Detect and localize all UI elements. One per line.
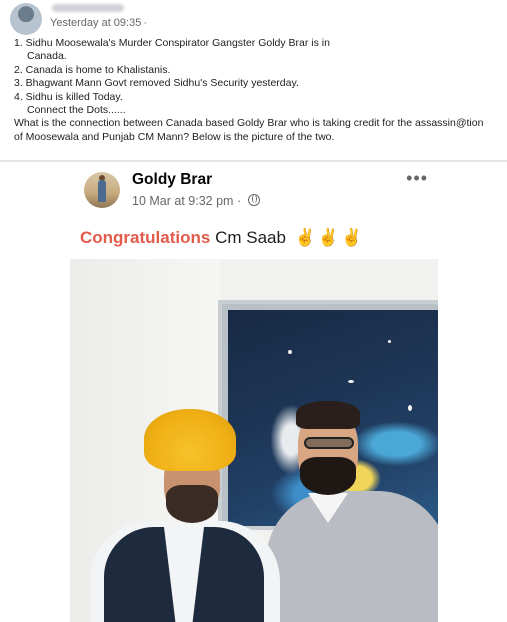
post-line: 3. Bhagwant Mann Govt removed Sidhu's Se… [14, 77, 299, 90]
person-left-beard [166, 485, 218, 523]
person-right-beard [300, 457, 356, 495]
post-line: 4. Sidhu is killed Today. [14, 90, 123, 103]
victory-hand-icons: ✌✌✌ [294, 228, 365, 247]
post-meta: Yesterday at 09:35 · [50, 17, 147, 29]
person-right-body [266, 491, 438, 622]
person-left-turban [144, 409, 236, 471]
shared-post-meta: 10 Mar at 9:32 pm · [132, 194, 260, 208]
person-right-hair [296, 401, 360, 429]
paint-splatter [388, 340, 391, 343]
caption-highlight: Congratulations [80, 228, 211, 247]
meta-separator: · [143, 17, 148, 29]
post-line: 2. Canada is home to Khalistanis. [14, 63, 171, 76]
person-right-glasses [304, 437, 354, 449]
post-body: 1. Sidhu Moosewala's Murder Conspirator … [14, 37, 500, 144]
post-timestamp[interactable]: Yesterday at 09:35 [50, 17, 141, 29]
poster-avatar[interactable] [10, 3, 42, 35]
post-line: 1. Sidhu Moosewala's Murder Conspirator … [14, 37, 330, 49]
paint-splatter [288, 350, 292, 354]
poster-name-blurred[interactable] [52, 4, 124, 12]
paint-splatter [348, 380, 354, 383]
meta-separator: · [236, 194, 242, 208]
paint-splatter [408, 405, 412, 411]
shared-post-time[interactable]: 10 Mar at 9:32 pm [132, 194, 233, 208]
post-line: Canada. [27, 50, 67, 63]
globe-icon [247, 194, 260, 206]
original-post: Yesterday at 09:35 · 1. Sidhu Moosewala's… [0, 0, 507, 158]
post-line: Connect the Dots...... [27, 104, 126, 117]
author-avatar[interactable] [84, 172, 120, 208]
post-photo[interactable] [70, 259, 438, 622]
shared-post: Goldy Brar 10 Mar at 9:32 pm · ••• Congr… [70, 166, 438, 622]
post-line: What is the connection between Canada ba… [14, 117, 484, 130]
avatar-figure [98, 180, 106, 202]
divider [0, 160, 507, 162]
caption-text: Cm Saab [215, 228, 286, 247]
author-name[interactable]: Goldy Brar [132, 171, 212, 189]
post-line: of Moosewala and Punjab CM Mann? Below i… [14, 130, 335, 143]
post-caption: Congratulations Cm Saab ✌✌✌ [80, 228, 364, 248]
more-options-icon[interactable]: ••• [406, 168, 428, 189]
person-left-vest [104, 527, 264, 622]
